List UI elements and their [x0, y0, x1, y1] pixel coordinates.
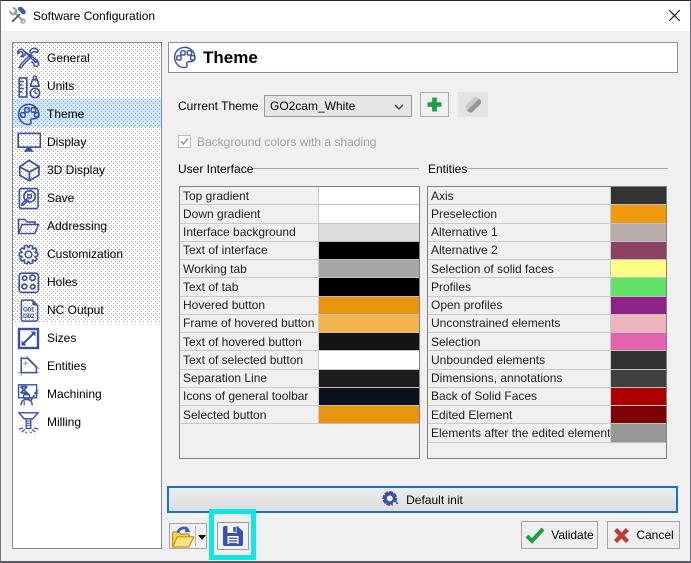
svg-text:G02: G02	[23, 313, 35, 320]
